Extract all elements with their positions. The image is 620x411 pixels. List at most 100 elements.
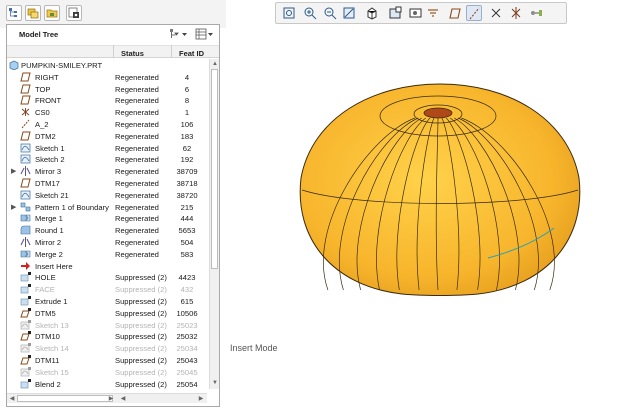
csys-display-icon[interactable] (508, 5, 524, 21)
status-column-header[interactable]: Status (121, 49, 144, 58)
tree-row-name: DTM10 (35, 332, 60, 342)
tree-row[interactable]: HOLE Suppressed (2) 4423 (7, 271, 207, 283)
plane-display-icon[interactable] (447, 5, 463, 21)
tree-row[interactable]: FRONT Regenerated 8 (7, 94, 207, 106)
axis-display-icon[interactable] (466, 5, 482, 21)
tree-row-feat-id: 25034 (176, 344, 198, 354)
tree-root-row[interactable]: PUMPKIN-SMILEY.PRT (7, 59, 207, 71)
settings-icon[interactable] (66, 5, 82, 21)
graphics-toolbar (275, 2, 567, 24)
folder-icon[interactable] (44, 5, 60, 21)
tree-row[interactable]: DTM11 Suppressed (2) 25043 (7, 354, 207, 366)
sketch-icon (20, 190, 31, 200)
tree-row[interactable]: TOP Regenerated 6 (7, 83, 207, 95)
tree-row-feat-id: 4423 (178, 273, 196, 283)
pumpkin-stem (423, 107, 453, 119)
tree-row-feat-id: 444 (180, 214, 194, 224)
tree-row[interactable]: Merge 1 Regenerated 444 (7, 212, 207, 224)
pattern-icon (20, 202, 31, 212)
tree-settings-button[interactable] (169, 27, 189, 41)
tree-row-status: Regenerated (115, 226, 159, 236)
expand-arrow-icon[interactable]: ▶ (11, 167, 17, 175)
scroll-left-icon[interactable]: ◀ (8, 395, 16, 403)
tree-row-status: Suppressed (2) (115, 285, 167, 295)
expand-arrow-icon[interactable]: ▶ (11, 203, 17, 211)
pumpkin-model-view[interactable] (298, 78, 582, 298)
scroll-right-icon[interactable]: ▶ (107, 395, 115, 403)
tree-row[interactable]: A_2 Regenerated 106 (7, 118, 207, 130)
tree-show-button[interactable] (195, 27, 215, 41)
scroll-thumb[interactable] (17, 395, 113, 402)
tree-row[interactable]: Round 1 Regenerated 5653 (7, 224, 207, 236)
scroll-up-icon[interactable]: ▲ (211, 60, 219, 68)
tree-row-feat-id: 583 (180, 249, 194, 259)
tree-row-status: Suppressed (2) (115, 332, 167, 342)
tree-row[interactable]: Blend 2 Suppressed (2) 25054 (7, 378, 207, 389)
tree-row[interactable]: Sketch 13 Suppressed (2) 25023 (7, 319, 207, 331)
tree-row-name: Sketch 14 (35, 344, 69, 354)
model-tree-icon[interactable] (6, 5, 22, 21)
tree-row[interactable]: ▶ Mirror 3 Regenerated 38709 (7, 165, 207, 177)
tree-row[interactable]: Sketch 14 Suppressed (2) 25034 (7, 342, 207, 354)
tree-row-status: Regenerated (115, 202, 159, 212)
zoom-out-icon[interactable] (322, 5, 338, 21)
feat-id-column-header[interactable]: Feat ID (179, 49, 204, 58)
tree-row[interactable]: RIGHT Regenerated 4 (7, 71, 207, 83)
tree-row-feat-id: 1 (184, 108, 190, 118)
refit-icon[interactable] (281, 5, 297, 21)
tree-row[interactable]: DTM5 Suppressed (2) 10506 (7, 307, 207, 319)
suppressed-feature-icon (20, 284, 31, 294)
insert-here-row[interactable]: Insert Here (7, 260, 207, 272)
tree-row[interactable]: Sketch 15 Suppressed (2) 25045 (7, 366, 207, 378)
tree-row[interactable]: DTM10 Suppressed (2) 25032 (7, 330, 207, 342)
view-manager-icon[interactable] (407, 5, 423, 21)
tree-row-feat-id: 25032 (176, 332, 198, 342)
tree-row-feat-id: 192 (180, 155, 194, 165)
column-divider[interactable] (113, 45, 114, 58)
tree-row[interactable]: FACE Suppressed (2) 432 (7, 283, 207, 295)
datum-axis-icon (20, 119, 31, 129)
tree-row-feat-id: 432 (180, 285, 194, 295)
column-divider[interactable] (171, 45, 172, 58)
scroll-down-icon[interactable]: ▼ (211, 379, 219, 387)
scroll-thumb[interactable] (211, 69, 218, 269)
horizontal-scrollbar[interactable]: ◀ ▶ ◀ ▶ (7, 393, 207, 403)
tree-row[interactable]: DTM2 Regenerated 183 (7, 130, 207, 142)
scroll-right-icon[interactable]: ▶ (197, 395, 205, 403)
model-tree-rows: PUMPKIN-SMILEY.PRT RIGHT Regenerated 4 TOP R… (7, 59, 207, 389)
perspective-icon[interactable] (425, 5, 441, 21)
scroll-left-icon[interactable]: ◀ (119, 395, 127, 403)
annotation-display-icon[interactable] (528, 5, 544, 21)
tree-row[interactable]: DTM17 Regenerated 38718 (7, 177, 207, 189)
tree-row[interactable]: CS0 Regenerated 1 (7, 106, 207, 118)
layers-icon[interactable] (25, 5, 41, 21)
suppressed-sketch-icon (20, 343, 31, 353)
tree-row[interactable]: Sketch 1 Regenerated 62 (7, 142, 207, 154)
datum-plane-icon (20, 131, 31, 141)
tree-row[interactable]: Merge 2 Regenerated 583 (7, 248, 207, 260)
tree-row[interactable]: Sketch 2 Regenerated 192 (7, 153, 207, 165)
tree-row-name: A_2 (35, 120, 49, 129)
model-tree-header: Model Tree (7, 25, 219, 43)
tree-row-name: FACE (35, 285, 55, 295)
tree-row-name: FRONT (35, 96, 62, 106)
tree-row-name: Merge 1 (35, 214, 63, 224)
tree-filter-icon (170, 29, 179, 38)
zoom-in-icon[interactable] (302, 5, 318, 21)
tree-row[interactable]: Mirror 2 Regenerated 504 (7, 236, 207, 248)
tree-row-status: Regenerated (115, 190, 159, 200)
tree-row[interactable]: ▶ Pattern 1 of Boundary Regenerated 215 (7, 201, 207, 213)
point-display-icon[interactable] (488, 5, 504, 21)
tree-row[interactable]: Sketch 21 Regenerated 38720 (7, 189, 207, 201)
saved-orientations-icon[interactable] (364, 5, 380, 21)
tree-row-name: Insert Here (35, 261, 73, 271)
vertical-scrollbar[interactable]: ▲ ▼ (209, 59, 219, 389)
tree-row-name: DTM5 (35, 308, 56, 318)
display-style-icon[interactable] (387, 5, 403, 21)
datum-plane-icon (20, 84, 31, 94)
insert-arrow-icon (20, 261, 31, 271)
tree-row-feat-id: 504 (180, 238, 194, 247)
datum-plane-icon (20, 72, 31, 82)
repaint-icon[interactable] (341, 5, 357, 21)
tree-row[interactable]: Extrude 1 Suppressed (2) 615 (7, 295, 207, 307)
